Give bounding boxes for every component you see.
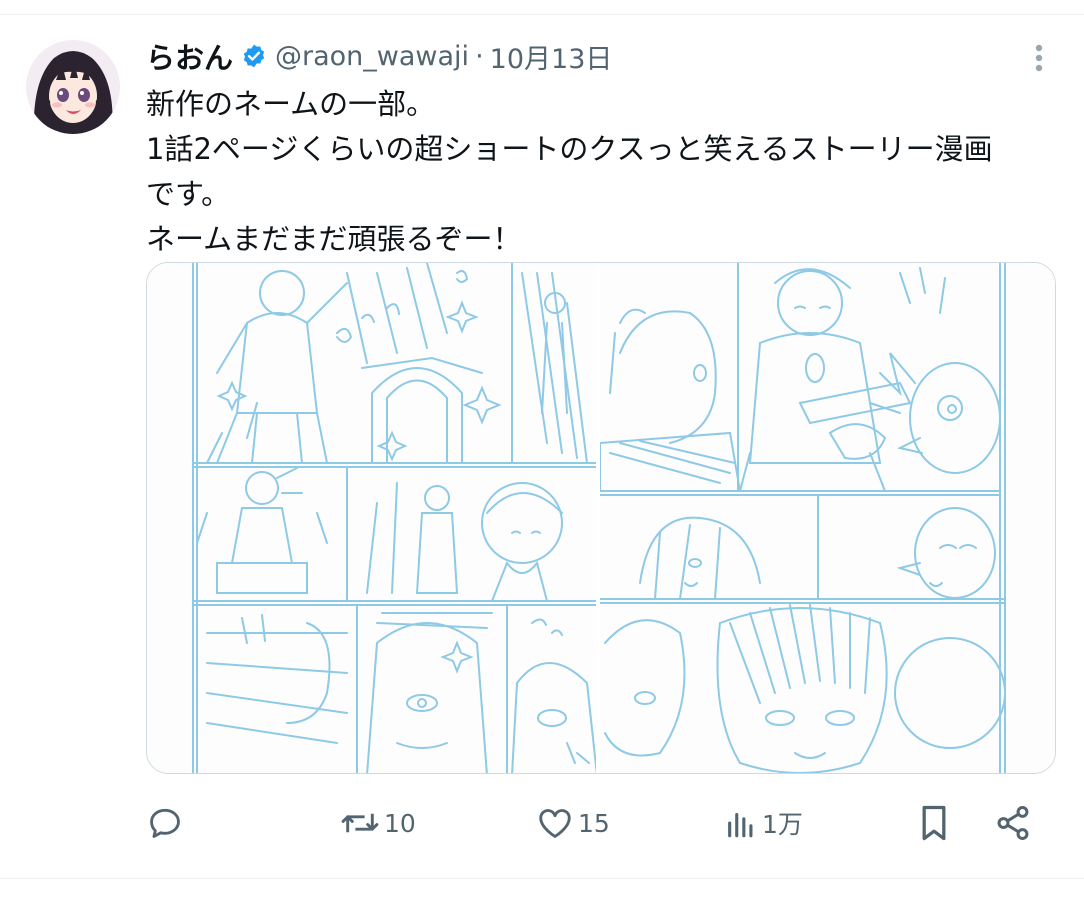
manga-sketch-page xyxy=(192,263,596,773)
user-handle[interactable]: @raon_wawaji xyxy=(275,41,469,72)
retweet-button[interactable]: 10 xyxy=(340,800,416,846)
tweet-text-line: 新作のネームの一部。 xyxy=(146,87,436,121)
tweet-text-line: ネームまだまだ頑張るぞー！ xyxy=(146,222,522,256)
reply-icon xyxy=(146,804,184,842)
media-image-1[interactable] xyxy=(147,263,596,773)
views-button[interactable]: 1万 xyxy=(724,800,803,846)
display-name[interactable]: らおん xyxy=(146,35,233,77)
avatar[interactable] xyxy=(26,40,120,134)
tweet-text-line: です。 xyxy=(146,177,231,211)
views-icon xyxy=(724,806,758,840)
tweet-date[interactable]: 10月13日 xyxy=(490,37,613,76)
retweet-count: 10 xyxy=(384,808,416,838)
tweet-text: 新作のネームの一部。 1話2ページくらいの超ショートのクスっと笑えるストーリー漫… xyxy=(146,82,1058,262)
tweet-header: らおん @raon_wawaji · 10月13日 xyxy=(146,36,612,76)
share-button[interactable] xyxy=(994,800,1032,846)
more-options-icon[interactable] xyxy=(1022,40,1056,76)
media-image-2[interactable] xyxy=(600,263,1055,773)
tweet-actions: 10 15 1万 xyxy=(146,800,1046,846)
tweet-media xyxy=(146,262,1056,774)
bookmark-icon xyxy=(916,803,952,843)
bookmark-button[interactable] xyxy=(916,800,952,846)
manga-sketch-page xyxy=(600,263,1006,773)
like-button[interactable]: 15 xyxy=(536,800,610,846)
retweet-icon xyxy=(340,804,380,842)
heart-icon xyxy=(536,804,574,842)
bottom-divider xyxy=(0,878,1084,879)
verified-badge-icon[interactable] xyxy=(241,43,267,69)
tweet-text-line: 1話2ページくらいの超ショートのクスっと笑えるストーリー漫画 xyxy=(146,132,993,166)
reply-button[interactable] xyxy=(146,800,184,846)
share-icon xyxy=(994,804,1032,842)
avatar-illustration xyxy=(26,40,120,134)
separator-dot: · xyxy=(475,40,484,72)
like-count: 15 xyxy=(578,808,610,838)
views-count: 1万 xyxy=(762,810,803,839)
top-divider xyxy=(0,14,1084,15)
